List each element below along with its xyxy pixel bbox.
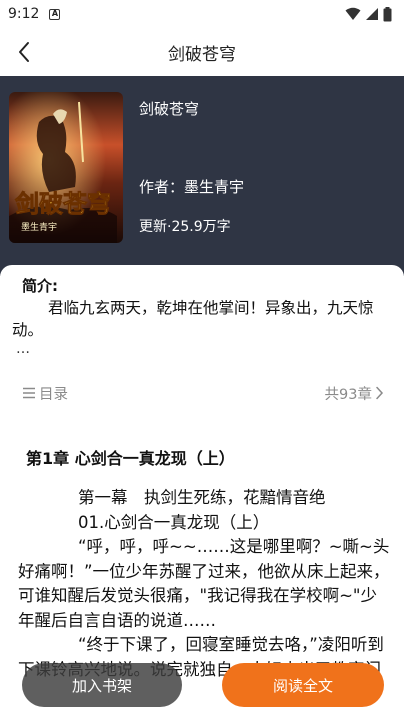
chapter-paragraph: 01.心剑合一真龙现（上） [78,512,270,532]
chapter-title: 第1章 心剑合一真龙现（上） [26,449,235,468]
cover-author-art: 墨生青宇 [21,221,57,233]
toc-row: 目录 共93章 [22,380,384,406]
book-update-info: 更新·25.9万字 [139,219,231,235]
chevron-right-icon [376,386,384,400]
book-cover-art: 剑破苍穹 墨生青宇 [9,92,123,243]
status-time: 9:12 [8,6,40,22]
status-icons [345,6,392,22]
wifi-icon [345,7,361,20]
notification-icon: A [49,8,61,20]
list-icon [23,387,35,399]
intro-more-ellipsis[interactable]: … [16,341,30,357]
read-full-text-button[interactable]: 阅读全文 [222,663,384,707]
toc-label: 目录 [39,386,68,403]
back-button[interactable] [10,38,38,66]
toc-button[interactable]: 目录 [22,383,68,404]
detail-card: 简介: 君临九玄两天，乾坤在他掌间！异象出，九天惊动。 … 目录 共93章 第1… [0,265,404,718]
page-title: 剑破苍穹 [168,44,236,65]
battery-icon [383,6,392,21]
book-info-panel: 剑破苍穹 墨生青宇 剑破苍穹 作者：墨生青宇 更新·25.9万字 [0,76,404,276]
book-cover[interactable]: 剑破苍穹 墨生青宇 [9,92,123,243]
title-bar: 剑破苍穹 [0,28,404,76]
chapter-paragraph: “呼，呼，呼~~……这是哪里啊？~嘶~头好痛啊！”一位少年苏醒了过来，他欲从床上… [18,537,390,630]
book-author: 作者：墨生青宇 [139,178,245,196]
chapter-body: 第一幕 执剑生死练，花黯情音绝 01.心剑合一真龙现（上） “呼，呼，呼~~……… [18,486,390,682]
intro-label: 简介: [22,277,58,295]
add-to-shelf-button[interactable]: 加入书架 [22,663,182,707]
cover-title-art: 剑破苍穹 [14,189,111,218]
status-bar: 9:12 A [0,0,404,28]
chapter-paragraph: 第一幕 执剑生死练，花黯情音绝 [78,488,326,507]
book-name: 剑破苍穹 [139,100,200,118]
chevron-left-icon [19,42,29,62]
signal-icon [366,8,378,20]
chapter-count: 共93章 [324,386,372,403]
chapter-count-button[interactable]: 共93章 [325,383,384,404]
intro-text: 君临九玄两天，乾坤在他掌间！异象出，九天惊动。 [12,299,374,339]
